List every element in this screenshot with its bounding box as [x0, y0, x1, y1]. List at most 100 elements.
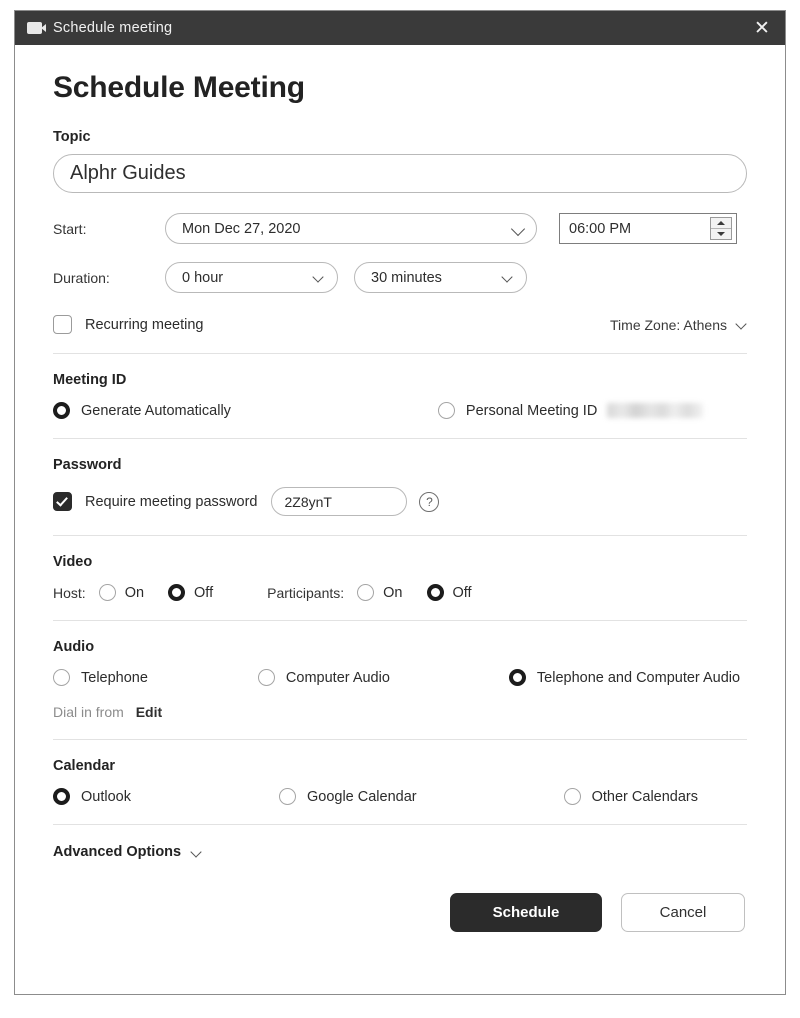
recurring-meeting-label: Recurring meeting: [85, 316, 204, 333]
dialog-footer: Schedule Cancel: [53, 893, 747, 932]
radio-label: Outlook: [81, 788, 131, 805]
video-options: Host: On Off Participants: On Off: [53, 584, 747, 601]
radio-generate-automatically[interactable]: Generate Automatically: [53, 402, 231, 419]
meeting-id-title: Meeting ID: [53, 372, 127, 388]
radio-icon[interactable]: [563, 788, 581, 805]
radio-host-video-on[interactable]: On: [98, 584, 145, 601]
dial-in-edit-link[interactable]: Edit: [136, 704, 162, 720]
radio-label: Other Calendars: [591, 788, 699, 805]
recurring-row: Recurring meeting Time Zone: Athens: [53, 315, 747, 334]
divider: [53, 535, 747, 536]
calendar-title: Calendar: [53, 758, 116, 774]
radio-audio-computer[interactable]: Computer Audio: [257, 669, 390, 686]
radio-calendar-outlook[interactable]: Outlook: [53, 788, 131, 805]
video-camera-icon: [27, 22, 46, 34]
stepper-down-icon[interactable]: [711, 228, 731, 239]
start-label: Start:: [53, 220, 87, 237]
radio-icon[interactable]: [426, 584, 444, 601]
chevron-down-icon: [502, 272, 513, 283]
radio-icon[interactable]: [98, 584, 116, 601]
time-zone-label: Time Zone: Athens: [610, 316, 727, 333]
start-row: Start: Mon Dec 27, 2020 06:00 PM: [53, 213, 747, 244]
help-icon[interactable]: ?: [419, 491, 440, 512]
password-row: Require meeting password ?: [53, 487, 747, 516]
personal-meeting-id-redacted: [607, 403, 704, 418]
meeting-id-options: Generate Automatically Personal Meeting …: [53, 402, 747, 419]
radio-participants-video-off[interactable]: Off: [426, 584, 472, 601]
calendar-options: Outlook Google Calendar Other Calendars: [53, 788, 747, 805]
radio-host-video-off[interactable]: Off: [168, 584, 213, 601]
radio-label: Google Calendar: [306, 788, 417, 805]
radio-calendar-other[interactable]: Other Calendars: [563, 788, 699, 805]
radio-label: Off: [452, 584, 472, 601]
password-title: Password: [53, 457, 122, 473]
radio-icon[interactable]: [53, 402, 70, 419]
radio-label: Telephone and Computer Audio: [536, 669, 741, 686]
chevron-down-icon: [736, 319, 747, 330]
divider: [53, 824, 747, 825]
start-date-value: Mon Dec 27, 2020: [182, 220, 301, 237]
radio-audio-telephone[interactable]: Telephone: [53, 669, 148, 686]
require-password-label: Require meeting password: [85, 493, 258, 510]
recurring-meeting-checkbox[interactable]: Recurring meeting: [53, 315, 203, 334]
radio-icon[interactable]: [508, 669, 526, 686]
divider: [53, 438, 747, 439]
video-host-label: Host:: [53, 584, 86, 601]
window-title: Schedule meeting: [53, 20, 173, 36]
radio-label: Personal Meeting ID: [465, 402, 598, 419]
radio-participants-video-on[interactable]: On: [357, 584, 403, 601]
checkbox-icon[interactable]: [53, 492, 72, 511]
radio-icon[interactable]: [168, 584, 186, 601]
audio-title: Audio: [53, 639, 95, 655]
chevron-down-icon: [313, 272, 324, 283]
radio-icon[interactable]: [53, 788, 70, 805]
dial-in-label: Dial in from: [53, 704, 124, 720]
duration-label: Duration:: [53, 269, 110, 286]
divider: [53, 620, 747, 621]
time-zone-selector[interactable]: Time Zone: Athens: [610, 317, 747, 333]
schedule-meeting-dialog: Schedule meeting ✕ Schedule Meeting Topi…: [14, 10, 786, 995]
schedule-button[interactable]: Schedule: [450, 893, 602, 932]
chevron-down-icon: [191, 847, 202, 858]
video-participants-label: Participants:: [267, 584, 345, 601]
radio-icon[interactable]: [278, 788, 296, 805]
title-bar: Schedule meeting ✕: [15, 11, 785, 45]
radio-calendar-google[interactable]: Google Calendar: [278, 788, 417, 805]
start-date-select[interactable]: Mon Dec 27, 2020: [165, 213, 537, 244]
advanced-options-label: Advanced Options: [53, 844, 182, 860]
radio-personal-meeting-id[interactable]: Personal Meeting ID: [437, 402, 704, 419]
video-title: Video: [53, 554, 93, 570]
duration-hours-select[interactable]: 0 hour: [165, 262, 338, 293]
radio-icon[interactable]: [357, 584, 375, 601]
radio-label: Telephone: [81, 669, 148, 686]
start-time-stepper[interactable]: [710, 217, 732, 240]
divider: [53, 353, 747, 354]
radio-label: Computer Audio: [285, 669, 390, 686]
topic-input[interactable]: [53, 154, 747, 193]
page-title: Schedule Meeting: [53, 71, 305, 104]
radio-icon[interactable]: [257, 669, 275, 686]
duration-minutes-select[interactable]: 30 minutes: [354, 262, 527, 293]
dialog-body: Schedule Meeting Topic Start: Mon Dec 27…: [15, 45, 785, 994]
radio-label: On: [383, 584, 403, 601]
meeting-password-input[interactable]: [271, 487, 408, 516]
duration-hours-value: 0 hour: [182, 269, 224, 286]
chevron-down-icon: [512, 223, 523, 234]
divider: [53, 739, 747, 740]
start-time-field[interactable]: 06:00 PM: [559, 213, 737, 244]
close-icon[interactable]: ✕: [739, 11, 785, 45]
start-time-value: 06:00 PM: [569, 220, 632, 237]
duration-minutes-value: 30 minutes: [371, 269, 442, 286]
audio-options: Telephone Computer Audio Telephone and C…: [53, 669, 747, 686]
advanced-options-toggle[interactable]: Advanced Options: [53, 844, 747, 860]
stepper-up-icon[interactable]: [711, 218, 731, 228]
radio-label: On: [124, 584, 145, 601]
cancel-button[interactable]: Cancel: [621, 893, 745, 932]
radio-icon[interactable]: [53, 669, 70, 686]
radio-icon[interactable]: [437, 402, 455, 419]
checkbox-icon[interactable]: [53, 315, 72, 334]
radio-label: Off: [194, 584, 214, 601]
topic-label: Topic: [53, 129, 91, 145]
radio-audio-telephone-and-computer[interactable]: Telephone and Computer Audio: [508, 669, 741, 686]
video-host-group: Host: On Off: [53, 584, 213, 601]
